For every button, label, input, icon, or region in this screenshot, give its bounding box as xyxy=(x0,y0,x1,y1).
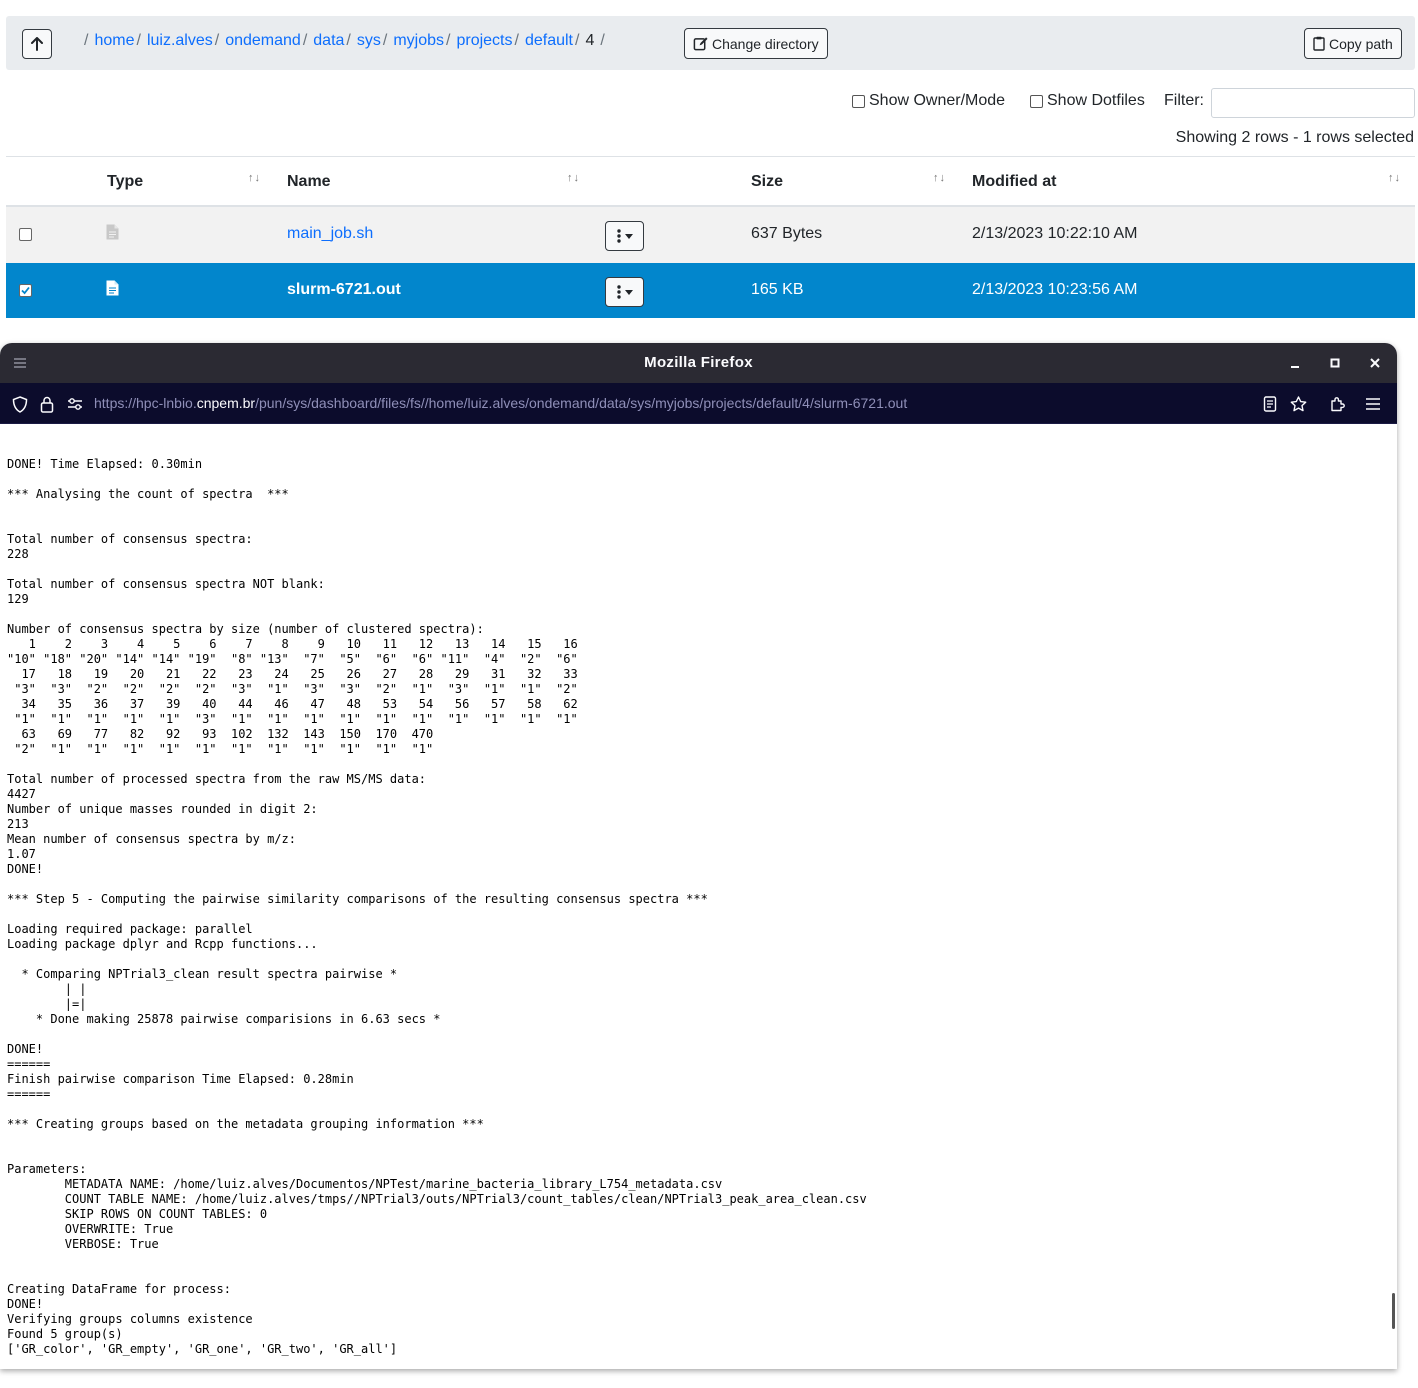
header-type[interactable]: Type xyxy=(107,173,143,191)
file-actions-button[interactable] xyxy=(605,221,644,251)
maximize-button[interactable] xyxy=(1325,353,1345,373)
show-dotfiles-label: Show Dotfiles xyxy=(1047,92,1145,109)
kebab-menu-icon xyxy=(616,285,621,299)
extensions-button[interactable] xyxy=(1328,395,1346,413)
lock-icon xyxy=(40,396,54,413)
edit-icon xyxy=(693,37,708,51)
maximize-icon xyxy=(1330,358,1340,368)
file-name-link[interactable]: main_job.sh xyxy=(287,225,373,243)
hamburger-menu-icon xyxy=(1366,398,1380,410)
filter-label: Filter: xyxy=(1164,92,1204,109)
site-security-button[interactable] xyxy=(38,395,56,413)
rows-status: Showing 2 rows - 1 rows selected xyxy=(1175,129,1414,146)
navigation-bar: https://hpc-lnbio.cnpem.br/pun/sys/dashb… xyxy=(0,383,1397,424)
checkmark-icon xyxy=(21,286,30,295)
file-icon xyxy=(106,280,119,296)
file-modified: 2/13/2023 10:23:56 AM xyxy=(972,281,1138,298)
row-select-checkbox-checked[interactable] xyxy=(19,284,32,297)
breadcrumb-bar: / home / luiz.alves / ondemand / data / sys /… xyxy=(6,16,1415,70)
page-scrollbar[interactable] xyxy=(1392,1293,1395,1329)
close-icon xyxy=(1370,358,1380,368)
table-row[interactable]: main_job.sh 637 Bytes 2/13/2023 10:22:10… xyxy=(6,207,1415,263)
caret-down-icon xyxy=(624,233,633,239)
change-directory-label: Change directory xyxy=(712,35,819,52)
window-titlebar: Mozilla Firefox xyxy=(0,343,1397,383)
window-title: Mozilla Firefox xyxy=(644,354,753,371)
close-button[interactable] xyxy=(1365,353,1385,373)
sort-size-icon[interactable]: ↑↓ xyxy=(933,172,946,184)
file-size: 165 KB xyxy=(751,281,804,298)
header-modified[interactable]: Modified at xyxy=(972,173,1056,191)
minimize-button[interactable] xyxy=(1285,353,1305,373)
caret-down-icon xyxy=(624,289,633,295)
app-menu-button[interactable] xyxy=(1364,395,1382,413)
table-header: Type ↑↓ Name ↑↓ Size ↑↓ Modified at ↑↓ xyxy=(6,156,1415,207)
file-name-link[interactable]: slurm-6721.out xyxy=(287,281,401,299)
job-output-log: DONE! Time Elapsed: 0.30min *** Analysin… xyxy=(7,457,867,1356)
table-row-selected[interactable]: slurm-6721.out 165 KB 2/13/2023 10:23:56… xyxy=(6,263,1415,318)
show-owner-mode-toggle[interactable]: Show Owner/Mode xyxy=(852,92,1005,110)
show-dotfiles-checkbox[interactable] xyxy=(1030,94,1043,108)
breadcrumb-separator: / xyxy=(84,32,89,49)
breadcrumb-sys[interactable]: sys xyxy=(357,32,381,50)
kebab-menu-icon xyxy=(616,229,621,243)
sort-type-icon[interactable]: ↑↓ xyxy=(248,172,261,184)
header-size[interactable]: Size xyxy=(751,173,783,191)
arrow-up-icon xyxy=(31,37,43,51)
url-bar[interactable]: https://hpc-lnbio.cnpem.br/pun/sys/dashb… xyxy=(94,395,907,411)
breadcrumb-default[interactable]: default xyxy=(525,32,573,50)
file-table: Type ↑↓ Name ↑↓ Size ↑↓ Modified at ↑↓ m… xyxy=(6,156,1415,318)
permissions-icon xyxy=(68,398,82,410)
star-icon xyxy=(1290,396,1306,412)
url-path: /pun/sys/dashboard/files/fs//home/luiz.a… xyxy=(255,395,908,411)
copy-path-button[interactable]: Copy path xyxy=(1304,28,1402,59)
breadcrumb-projects[interactable]: projects xyxy=(456,32,512,50)
breadcrumb-current: 4 xyxy=(585,32,595,49)
file-icon xyxy=(106,224,119,240)
breadcrumb-ondemand[interactable]: ondemand xyxy=(225,32,301,50)
firefox-window: Mozilla Firefox https://hpc-lnbio.cnpem.… xyxy=(0,343,1397,1369)
tracking-protection-button[interactable] xyxy=(11,395,29,413)
change-directory-button[interactable]: Change directory xyxy=(684,28,828,59)
copy-path-label: Copy path xyxy=(1329,35,1393,52)
bookmark-button[interactable] xyxy=(1289,395,1307,413)
site-permissions-button[interactable] xyxy=(66,395,84,413)
header-name[interactable]: Name xyxy=(287,173,331,191)
minimize-icon xyxy=(1291,366,1299,368)
breadcrumb: / home / luiz.alves / ondemand / data / sys /… xyxy=(84,32,605,50)
clipboard-icon xyxy=(1313,36,1325,51)
row-select-checkbox[interactable] xyxy=(19,228,32,241)
shield-icon xyxy=(12,395,28,413)
file-actions-button[interactable] xyxy=(605,277,644,307)
reader-view-button[interactable] xyxy=(1261,395,1279,413)
show-owner-mode-label: Show Owner/Mode xyxy=(869,92,1006,109)
file-size: 637 Bytes xyxy=(751,225,823,242)
sort-modified-icon[interactable]: ↑↓ xyxy=(1388,172,1401,184)
show-owner-mode-checkbox[interactable] xyxy=(852,94,865,108)
sort-name-icon[interactable]: ↑↓ xyxy=(567,172,580,184)
filter-input[interactable] xyxy=(1211,88,1415,118)
show-dotfiles-toggle[interactable]: Show Dotfiles xyxy=(1030,92,1145,110)
breadcrumb-home[interactable]: home xyxy=(94,32,134,50)
file-modified: 2/13/2023 10:22:10 AM xyxy=(972,225,1138,242)
url-prefix: https://hpc-lnbio. xyxy=(94,395,197,411)
parent-directory-button[interactable] xyxy=(22,29,52,59)
file-options: Show Owner/Mode Show Dotfiles Filter: xyxy=(0,88,1418,118)
reader-view-icon xyxy=(1263,396,1277,412)
puzzle-icon xyxy=(1331,397,1345,412)
url-host: cnpem.br xyxy=(196,395,256,411)
breadcrumb-myjobs[interactable]: myjobs xyxy=(393,32,444,50)
breadcrumb-data[interactable]: data xyxy=(313,32,344,50)
breadcrumb-luiz-alves[interactable]: luiz.alves xyxy=(147,32,213,50)
